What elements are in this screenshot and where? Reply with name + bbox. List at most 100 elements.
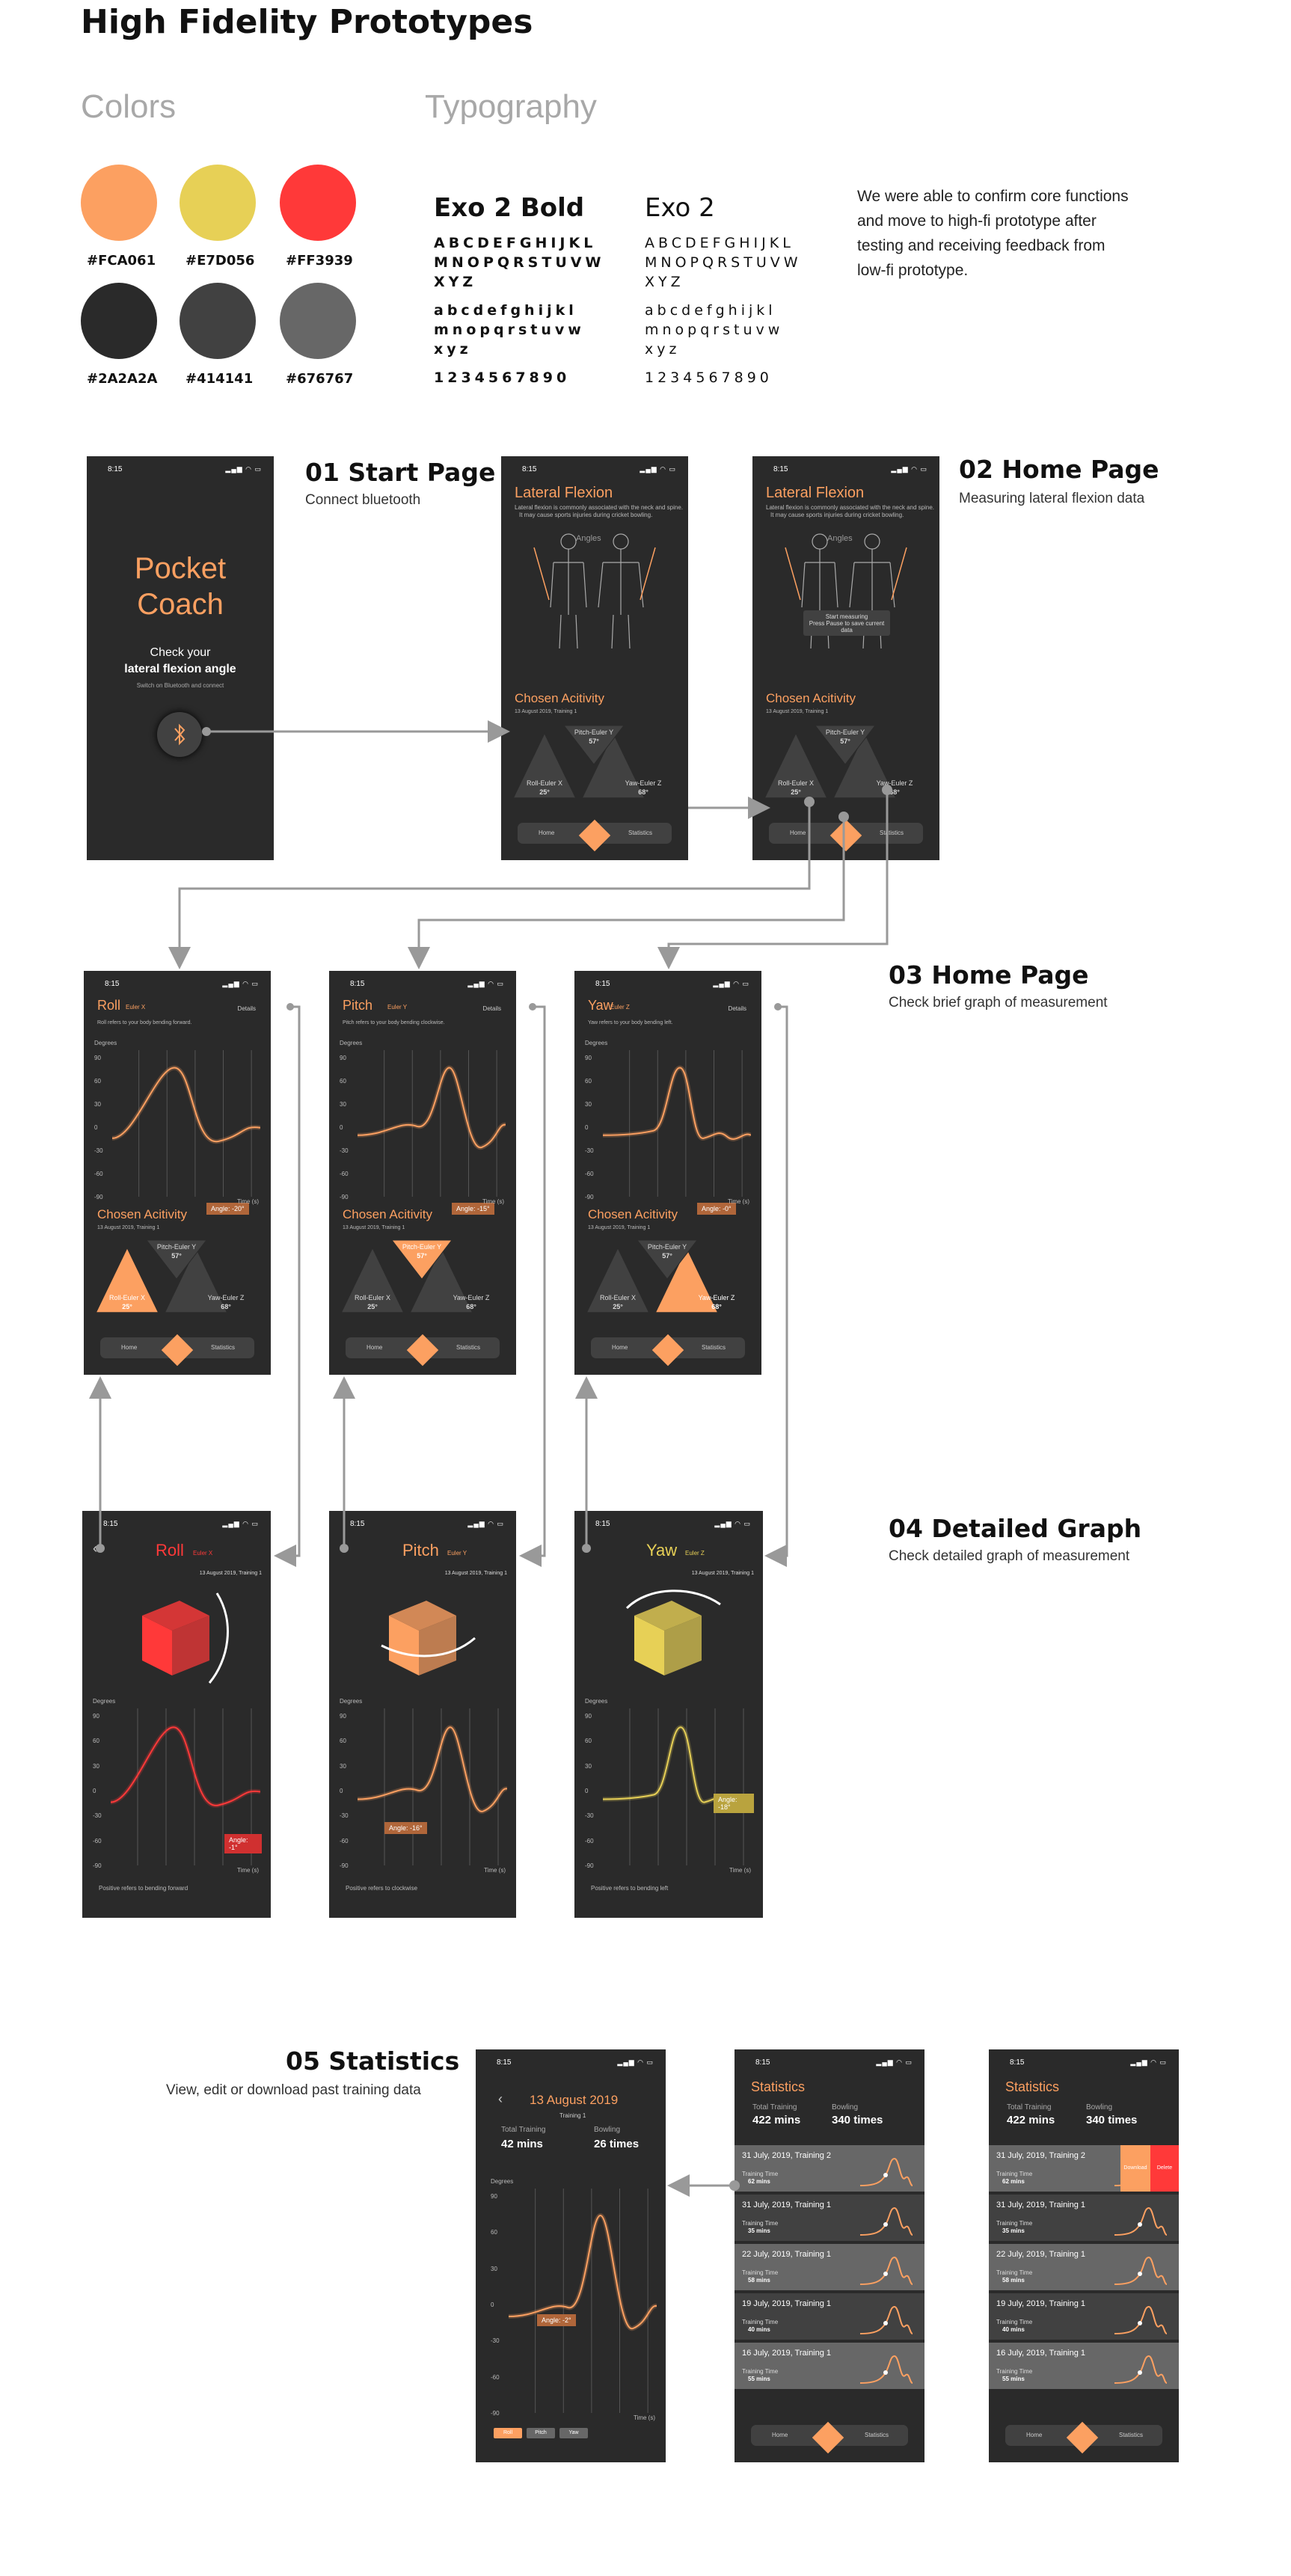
nav-statistics[interactable]: Statistics — [628, 829, 652, 836]
nav-home[interactable]: Home — [121, 1344, 137, 1351]
nav-statistics[interactable]: Statistics — [702, 1344, 726, 1351]
angle-curve-plot — [509, 2189, 657, 2413]
specimen-line: abcdefghijkl — [434, 302, 577, 319]
total-training-label: Total Training — [1007, 2103, 1052, 2112]
color-hex-label: #FF3939 — [286, 253, 353, 269]
tab-pitch[interactable]: Pitch — [527, 2428, 555, 2438]
activity-heading: Chosen Acitivity — [343, 1207, 432, 1221]
specimen-line: xyz — [434, 341, 472, 358]
stats-detail-title: 13 August 2019 — [530, 2093, 619, 2107]
nav-home[interactable]: Home — [1026, 2432, 1042, 2438]
y-tick-label: -30 — [94, 1147, 103, 1154]
body-figure-illustration — [533, 533, 656, 649]
nav-home[interactable]: Home — [790, 829, 806, 836]
status-time: 8:15 — [103, 1520, 118, 1528]
details-link[interactable]: Details — [729, 1005, 746, 1012]
y-tick-label: 0 — [340, 1788, 343, 1794]
home-desc: It may cause sports injuries during cric… — [519, 512, 653, 518]
specimen-line: abcdefghijkl — [645, 302, 776, 319]
nav-home[interactable]: Home — [772, 2432, 788, 2438]
x-axis-label: Time (s) — [482, 1198, 504, 1205]
row-time-label: Training Time — [742, 2368, 779, 2375]
brief-roll-screen: 8:15 ▂▄▆ ◠ ▭ Roll Euler X Details Roll refers… — [84, 971, 271, 1375]
y-tick-label: -90 — [340, 1862, 349, 1869]
training-row[interactable]: 31 July, 2019, Training 2 Training Time 62… — [735, 2145, 924, 2192]
activity-selector[interactable]: Pitch-Euler Y57°Roll-Euler X25°Yaw-Euler… — [94, 1237, 260, 1319]
status-icons: ▂▄▆ ◠ ▭ — [1130, 2058, 1167, 2066]
bluetooth-button[interactable] — [157, 712, 202, 757]
specimen-line: xyz — [645, 341, 681, 358]
type-specimen-regular: Exo 2 ABCDEFGHIJKL MNOPQRSTUVW XYZ abcde… — [645, 193, 802, 387]
start-hint: Switch on Bluetooth and connect — [136, 682, 224, 689]
nav-home[interactable]: Home — [367, 1344, 382, 1351]
row-date: 31 July, 2019, Training 1 — [996, 2201, 1086, 2209]
nav-statistics[interactable]: Statistics — [865, 2432, 889, 2438]
tab-yaw[interactable]: Yaw — [559, 2428, 588, 2438]
status-time: 8:15 — [1010, 2058, 1025, 2067]
svg-text:68°: 68° — [711, 1303, 722, 1310]
y-axis-label: Degrees — [585, 1040, 608, 1046]
training-row[interactable]: 16 July, 2019, Training 1 Training Time 55… — [735, 2343, 924, 2389]
training-row[interactable]: 31 July, 2019, Training 1 Training Time 35… — [735, 2195, 924, 2241]
activity-selector[interactable]: Pitch-Euler Y57°Roll-Euler X25°Yaw-Euler… — [512, 723, 678, 805]
svg-text:Pitch-Euler Y: Pitch-Euler Y — [826, 729, 865, 736]
svg-text:Pitch-Euler Y: Pitch-Euler Y — [648, 1243, 687, 1251]
download-button[interactable]: Download — [1120, 2145, 1150, 2192]
bowling-label: Bowling — [832, 2103, 859, 2112]
status-time: 8:15 — [108, 465, 123, 473]
activity-selector[interactable]: Pitch-Euler Y57°Roll-Euler X25°Yaw-Euler… — [340, 1237, 506, 1319]
back-icon[interactable]: ‹ — [585, 1541, 589, 1557]
tab-roll[interactable]: Roll — [494, 2428, 522, 2438]
row-date: 31 July, 2019, Training 2 — [996, 2151, 1086, 2160]
nav-statistics[interactable]: Statistics — [1119, 2432, 1143, 2438]
nav-statistics[interactable]: Statistics — [211, 1344, 235, 1351]
status-icons: ▂▄▆ ◠ ▭ — [467, 1520, 504, 1527]
start-check: Check your — [150, 646, 211, 659]
font-name: Exo 2 — [645, 193, 715, 223]
svg-text:Pitch-Euler Y: Pitch-Euler Y — [574, 729, 613, 736]
color-hex-label: #FCA061 — [87, 253, 156, 269]
nav-home[interactable]: Home — [539, 829, 554, 836]
axis-desc: Pitch refers to your body bending clockw… — [343, 1020, 445, 1025]
nav-home[interactable]: Home — [612, 1344, 628, 1351]
delete-button[interactable]: Delete — [1150, 2145, 1179, 2192]
y-tick-label: -90 — [585, 1194, 594, 1200]
details-link[interactable]: Details — [483, 1005, 501, 1012]
back-icon[interactable]: ‹ — [93, 1541, 97, 1557]
training-row[interactable]: 19 July, 2019, Training 1 Training Time 40… — [735, 2293, 924, 2340]
training-row[interactable]: 22 July, 2019, Training 1 Training Time 58… — [735, 2244, 924, 2290]
y-tick-label: -30 — [491, 2337, 500, 2345]
roll-cube-illustration — [142, 1592, 229, 1684]
status-time: 8:15 — [350, 1520, 365, 1528]
row-time-label: Training Time — [742, 2319, 779, 2325]
back-icon[interactable]: ‹ — [340, 1541, 344, 1557]
status-time: 8:15 — [755, 2058, 770, 2067]
y-tick-label: 0 — [585, 1788, 589, 1794]
row-time-value: 35 mins — [1002, 2227, 1025, 2234]
details-link[interactable]: Details — [238, 1005, 256, 1012]
activity-selector[interactable]: Pitch-Euler Y57°Roll-Euler X25°Yaw-Euler… — [585, 1237, 751, 1319]
app-name-line: Pocket — [134, 552, 227, 585]
back-icon[interactable]: ‹ — [498, 2091, 503, 2107]
y-tick-label: -90 — [340, 1194, 349, 1200]
activity-heading: Chosen Acitivity — [766, 691, 856, 705]
typography-heading: Typography — [425, 88, 597, 125]
training-row[interactable]: 31 July, 2019, Training 2 Training Time 62… — [989, 2145, 1179, 2192]
training-row[interactable]: 16 July, 2019, Training 1 Training Time 55… — [989, 2343, 1179, 2389]
nav-statistics[interactable]: Statistics — [456, 1344, 480, 1351]
y-tick-label: 30 — [340, 1762, 346, 1770]
row-spark — [860, 2207, 913, 2236]
activity-heading: Chosen Acitivity — [97, 1207, 187, 1221]
svg-text:Pitch-Euler Y: Pitch-Euler Y — [402, 1243, 441, 1251]
svg-text:57°: 57° — [662, 1252, 672, 1260]
angle-graph: Degrees 90 60 30 0 -30 -60 -90 Angle: -20° Time (… — [94, 1040, 262, 1215]
y-tick-label: 0 — [94, 1124, 98, 1131]
status-icons: ▂▄▆ ◠ ▭ — [467, 980, 504, 987]
nav-statistics[interactable]: Statistics — [880, 829, 904, 836]
training-row[interactable]: 22 July, 2019, Training 1 Training Time 58… — [989, 2244, 1179, 2290]
training-row[interactable]: 31 July, 2019, Training 1 Training Time 35… — [989, 2195, 1179, 2241]
activity-selector[interactable]: Pitch-Euler Y57°Roll-Euler X25°Yaw-Euler… — [763, 723, 929, 805]
status-icons: ▂▄▆ ◠ ▭ — [713, 980, 749, 987]
row-time-value: 62 mins — [1002, 2178, 1025, 2185]
training-row[interactable]: 19 July, 2019, Training 1 Training Time 40… — [989, 2293, 1179, 2340]
